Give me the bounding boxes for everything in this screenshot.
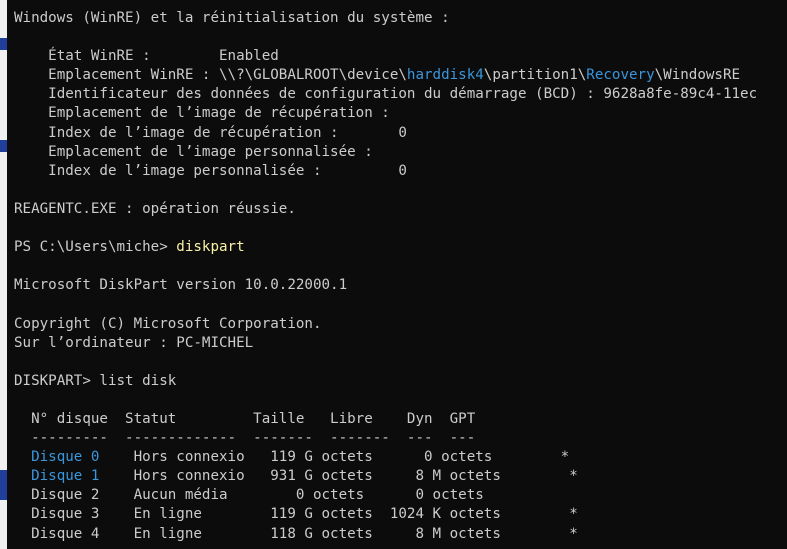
terminal-line: Disque 3 En ligne 119 G octets 1024 K oc…: [14, 505, 787, 524]
terminal-text: Hors connexio 119 G octets 0 octets *: [99, 449, 570, 466]
terminal-text: État WinRE : Enabled: [14, 48, 279, 65]
terminal-text: Emplacement de l’image personnalisée :: [14, 143, 373, 160]
terminal-text: Windows (WinRE) et la réinitialisation d…: [14, 10, 450, 26]
terminal-line: N° disque Statut Taille Libre Dyn GPT: [14, 410, 787, 429]
highlighted-text: Recovery: [586, 67, 655, 84]
terminal-line: Identificateur des données de configurat…: [14, 85, 787, 104]
background-window-accent: [0, 38, 7, 50]
terminal-text: Disque 2 Aucun média 0 octets 0 octets: [14, 487, 484, 504]
terminal-line: État WinRE : Enabled: [14, 47, 787, 66]
terminal-line: Emplacement de l’image de récupération :: [14, 104, 787, 123]
terminal-line: PS C:\Users\miche> diskpart: [14, 238, 787, 257]
terminal-line: Emplacement WinRE : \\?\GLOBALROOT\devic…: [14, 66, 787, 85]
terminal-output[interactable]: Windows (WinRE) et la réinitialisation d…: [8, 0, 787, 549]
terminal-text: DISKPART> list disk: [14, 372, 177, 389]
terminal-line: Disque 0 Hors connexio 119 G octets 0 oc…: [14, 448, 787, 467]
terminal-text: Emplacement WinRE : \\?\GLOBALROOT\devic…: [14, 67, 407, 84]
terminal-text: --------- ------------- ------- ------- …: [14, 430, 476, 447]
terminal-line: Index de l’image de récupération : 0: [14, 124, 787, 143]
terminal-text: PS C:\Users\miche>: [14, 239, 177, 256]
terminal-line: REAGENTC.EXE : opération réussie.: [14, 200, 787, 219]
terminal-line: Disque 4 En ligne 118 G octets 8 M octet…: [14, 525, 787, 544]
terminal-text: Disque 4 En ligne 118 G octets 8 M octet…: [14, 525, 578, 542]
terminal-line: Disque 2 Aucun média 0 octets 0 octets: [14, 486, 787, 505]
highlighted-text: Disque 0: [31, 449, 100, 466]
terminal-text: Identificateur des données de configurat…: [14, 86, 758, 103]
terminal-text: Emplacement de l’image de récupération :: [14, 105, 390, 122]
terminal-line: Sur l’ordinateur : PC-MICHEL: [14, 334, 787, 353]
terminal-line: Windows (WinRE) et la réinitialisation d…: [14, 9, 787, 28]
terminal-text: Sur l’ordinateur : PC-MICHEL: [14, 334, 254, 351]
terminal-text: Disque 3 En ligne 119 G octets 1024 K oc…: [14, 506, 578, 523]
background-window-accent: [0, 470, 7, 500]
terminal-line: --------- ------------- ------- ------- …: [14, 429, 787, 448]
terminal-text: Microsoft DiskPart version 10.0.22000.1: [14, 277, 348, 294]
terminal-line: DISKPART> list disk: [14, 372, 787, 391]
terminal-text: Copyright (C) Microsoft Corporation.: [14, 315, 322, 332]
terminal-text: Index de l’image de récupération : 0: [14, 124, 407, 141]
terminal-text: N° disque Statut Taille Libre Dyn GPT: [14, 410, 476, 427]
background-window-edge: [0, 0, 7, 549]
command-text: diskpart: [176, 239, 245, 256]
terminal-line: Index de l’image personnalisée : 0: [14, 162, 787, 181]
terminal-text: REAGENTC.EXE : opération réussie.: [14, 200, 296, 217]
terminal-line: Disque 1 Hors connexio 931 G octets 8 M …: [14, 467, 787, 486]
terminal-text: \WindowsRE: [654, 67, 741, 84]
terminal-text: \partition1\: [483, 67, 587, 84]
terminal-line: Emplacement de l’image personnalisée :: [14, 143, 787, 162]
terminal-text: Index de l’image personnalisée : 0: [14, 162, 407, 179]
terminal-line: Copyright (C) Microsoft Corporation.: [14, 315, 787, 334]
terminal-text: Hors connexio 931 G octets 8 M octets *: [99, 468, 578, 485]
highlighted-text: Disque 1: [31, 468, 100, 485]
highlighted-text: harddisk4: [406, 67, 484, 84]
terminal-line: Microsoft DiskPart version 10.0.22000.1: [14, 276, 787, 295]
background-window-accent: [0, 140, 7, 152]
